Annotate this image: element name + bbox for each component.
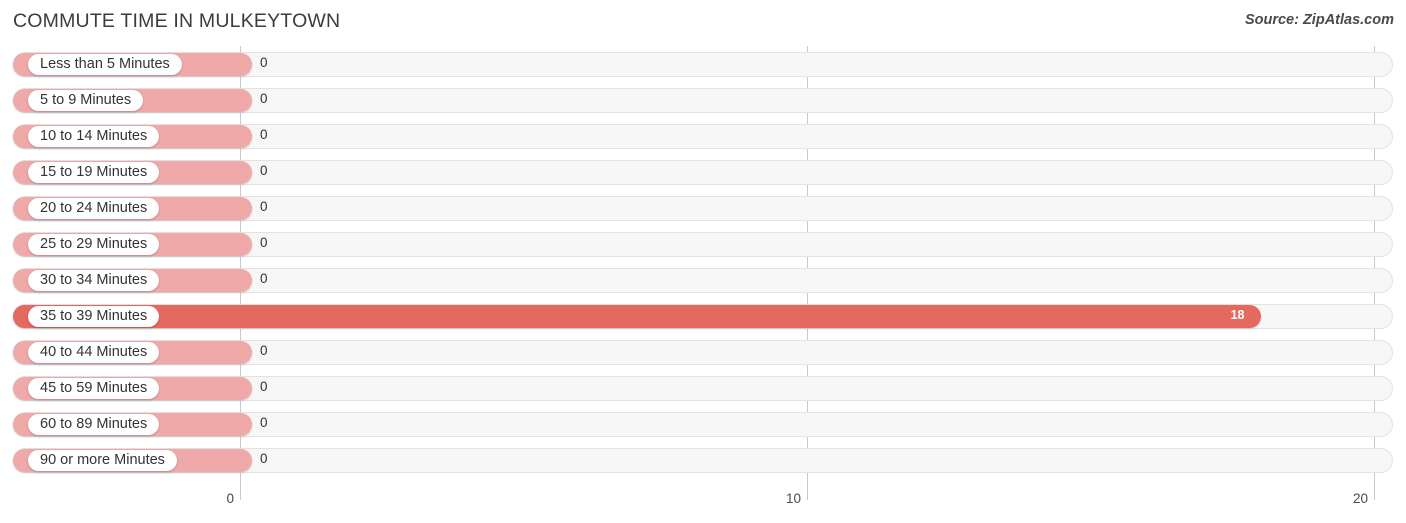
axis-tick-label: 10 <box>785 491 801 506</box>
bar-category-text: 45 to 59 Minutes <box>40 380 148 397</box>
source-attribution: Source: ZipAtlas.com <box>1244 12 1394 28</box>
axis-tick-mark <box>1374 486 1375 500</box>
bar-value-label: 0 <box>260 127 268 142</box>
axis-tick-mark <box>240 486 241 500</box>
bar-row[interactable]: 60 to 89 Minutes 0 <box>0 406 1406 442</box>
bar[interactable] <box>13 305 1261 328</box>
bar-row[interactable]: 5 to 9 Minutes 0 <box>0 82 1406 118</box>
bar-category-label: 30 to 34 Minutes <box>28 270 160 291</box>
chart-header: COMMUTE TIME IN MULKEYTOWN Source: ZipAt… <box>0 0 1406 46</box>
bar-value-label: 0 <box>260 343 268 358</box>
bar-category-text: 10 to 14 Minutes <box>40 128 148 145</box>
bar-row[interactable]: Less than 5 Minutes 0 <box>0 46 1406 82</box>
bar-category-text: 30 to 34 Minutes <box>40 272 148 289</box>
bar-category-label: Less than 5 Minutes <box>28 54 182 75</box>
bar-row[interactable]: 35 to 39 Minutes 18 <box>0 298 1406 334</box>
bar-value-label: 0 <box>260 199 268 214</box>
bar-category-text: 90 or more Minutes <box>40 452 165 469</box>
axis-tick-label: 20 <box>1352 491 1368 506</box>
bar-category-text: 5 to 9 Minutes <box>40 92 132 109</box>
bar-category-label: 45 to 59 Minutes <box>28 378 160 399</box>
axis-tick-label: 0 <box>226 491 234 506</box>
bar-value-label: 0 <box>260 235 268 250</box>
page-title: COMMUTE TIME IN MULKEYTOWN <box>13 10 341 32</box>
bar-category-text: Less than 5 Minutes <box>40 56 170 73</box>
bar-category-text: 40 to 44 Minutes <box>40 344 148 361</box>
bar-value-label: 18 <box>1230 308 1245 322</box>
bar-category-label: 25 to 29 Minutes <box>28 234 160 255</box>
bar-category-label: 90 or more Minutes <box>28 450 177 471</box>
bar-row[interactable]: 40 to 44 Minutes 0 <box>0 334 1406 370</box>
bar-category-text: 60 to 89 Minutes <box>40 416 148 433</box>
bar-category-label: 15 to 19 Minutes <box>28 162 160 183</box>
bar-category-label: 20 to 24 Minutes <box>28 198 160 219</box>
bar-category-label: 60 to 89 Minutes <box>28 414 160 435</box>
bar-value-label: 0 <box>260 271 268 286</box>
x-axis: 0 10 20 <box>0 486 1406 523</box>
bar-category-label: 40 to 44 Minutes <box>28 342 160 363</box>
bar-row[interactable]: 30 to 34 Minutes 0 <box>0 262 1406 298</box>
bar-row[interactable]: 90 or more Minutes 0 <box>0 442 1406 478</box>
axis-tick-mark <box>807 486 808 500</box>
bar-category-text: 35 to 39 Minutes <box>40 308 148 325</box>
bar-row[interactable]: 45 to 59 Minutes 0 <box>0 370 1406 406</box>
bar-value-label: 0 <box>260 415 268 430</box>
bar-value-label: 0 <box>260 163 268 178</box>
bar-category-label: 5 to 9 Minutes <box>28 90 144 111</box>
bar-category-text: 20 to 24 Minutes <box>40 200 148 217</box>
chart-plot-area: Less than 5 Minutes 0 5 to 9 Minutes 0 10 to… <box>0 46 1406 486</box>
bar-value-label: 0 <box>260 451 268 466</box>
bar-row[interactable]: 25 to 29 Minutes 0 <box>0 226 1406 262</box>
bar-row[interactable]: 10 to 14 Minutes 0 <box>0 118 1406 154</box>
bar-category-text: 25 to 29 Minutes <box>40 236 148 253</box>
bar-value-label: 0 <box>260 55 268 70</box>
bar-row[interactable]: 15 to 19 Minutes 0 <box>0 154 1406 190</box>
bar-value-label: 0 <box>260 379 268 394</box>
bar-category-label: 35 to 39 Minutes <box>28 306 160 327</box>
bar-value-label: 0 <box>260 91 268 106</box>
bar-row[interactable]: 20 to 24 Minutes 0 <box>0 190 1406 226</box>
bar-category-label: 10 to 14 Minutes <box>28 126 160 147</box>
bar-category-text: 15 to 19 Minutes <box>40 164 148 181</box>
